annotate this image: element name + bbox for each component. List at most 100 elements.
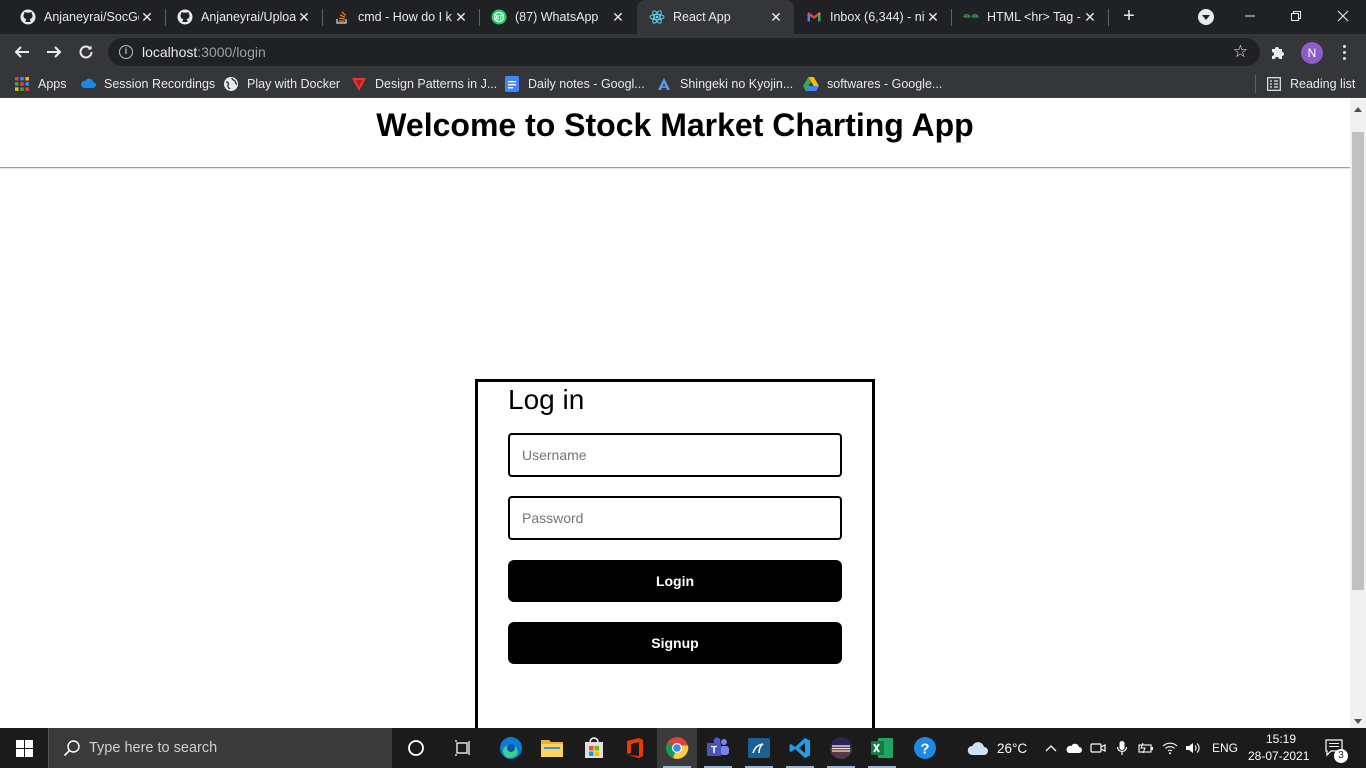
store-icon[interactable] (574, 728, 614, 768)
windows-logo-icon (15, 739, 33, 757)
bookmark-session-recordings[interactable]: Session Recordings (80, 75, 215, 93)
mysql-workbench-icon[interactable] (739, 728, 779, 768)
bookmark-daily-notes[interactable]: Daily notes - Googl... (504, 75, 645, 93)
close-icon[interactable]: ✕ (925, 9, 941, 25)
weather-temperature[interactable]: 26°C (997, 741, 1027, 756)
tab-stackoverflow[interactable]: cmd - How do I k ✕ (314, 0, 479, 34)
extensions-icon[interactable] (1270, 44, 1286, 60)
tab-github-socgen[interactable]: Anjaneyrai/SocGe ✕ (0, 0, 165, 34)
tab-search-icon[interactable] (1198, 9, 1214, 25)
tab-title: Anjaneyrai/Uploa (201, 10, 296, 24)
reload-icon (79, 45, 93, 59)
site-info-icon[interactable]: i (119, 45, 133, 59)
bookmarks-bar: Apps Session Recordings Play with Docker… (0, 70, 1366, 98)
close-icon[interactable]: ✕ (296, 9, 312, 25)
tab-strip: Anjaneyrai/SocGe ✕ Anjaneyrai/Uploa ✕ cm… (0, 0, 1366, 34)
start-button[interactable] (0, 728, 48, 768)
search-icon (63, 740, 80, 757)
battery-icon[interactable] (1138, 740, 1154, 756)
vscode-icon[interactable] (780, 728, 820, 768)
back-button[interactable] (10, 40, 34, 64)
bookmark-play-with-docker[interactable]: Play with Docker (223, 75, 340, 93)
address-bar[interactable]: i localhost:3000/login ☆ (108, 38, 1260, 66)
password-input[interactable] (508, 496, 842, 540)
taskbar-search-box[interactable]: Type here to search (48, 728, 392, 768)
apps-grid-icon (14, 76, 30, 92)
microphone-icon[interactable] (1114, 740, 1130, 756)
restore-button[interactable] (1273, 0, 1319, 32)
signup-button[interactable]: Signup (508, 622, 842, 664)
new-tab-button[interactable]: + (1118, 5, 1140, 27)
bookmark-star-icon[interactable]: ☆ (1233, 42, 1248, 62)
close-icon[interactable]: ✕ (610, 9, 626, 25)
close-icon[interactable]: ✕ (139, 9, 155, 25)
bookmark-label: softwares - Google... (827, 77, 943, 91)
eclipse-icon[interactable] (821, 728, 861, 768)
window-close-button[interactable] (1320, 0, 1366, 32)
help-icon[interactable]: ? (905, 728, 945, 768)
username-input[interactable] (508, 433, 842, 477)
minimize-button[interactable] (1227, 0, 1273, 32)
tab-react-app[interactable]: React App ✕ (637, 0, 794, 34)
bookmark-apps[interactable]: Apps (14, 75, 67, 93)
reload-button[interactable] (74, 40, 98, 64)
gfg-icon (963, 9, 979, 25)
page-scrollbar[interactable] (1350, 99, 1366, 728)
svg-text:?: ? (920, 741, 929, 758)
vivaldi-icon (351, 76, 367, 92)
tab-gmail[interactable]: Inbox (6,344) - nit ✕ (786, 0, 951, 34)
teams-icon[interactable]: T (698, 728, 738, 768)
bookmark-label: Daily notes - Googl... (528, 77, 645, 91)
scroll-thumb[interactable] (1352, 132, 1364, 590)
tab-title: React App (673, 10, 731, 24)
bookmark-design-patterns[interactable]: Design Patterns in J... (351, 75, 497, 93)
google-docs-icon (504, 76, 520, 92)
file-explorer-icon[interactable] (532, 728, 572, 768)
bookmark-softwares[interactable]: softwares - Google... (803, 75, 942, 93)
close-icon[interactable]: ✕ (768, 9, 784, 25)
arrow-right-icon (47, 46, 62, 58)
bookmark-label: Shingeki no Kyojin... (680, 77, 794, 91)
close-icon[interactable]: ✕ (453, 9, 469, 25)
profile-avatar[interactable]: N (1301, 42, 1323, 64)
bookmark-label: Play with Docker (247, 77, 341, 91)
onedrive-icon[interactable] (1066, 740, 1082, 756)
tab-gfg-hr[interactable]: HTML <hr> Tag - ✕ (943, 0, 1108, 34)
reading-list-button[interactable]: Reading list (1266, 75, 1355, 93)
clock-time[interactable]: 15:19 (1266, 732, 1296, 746)
bookmark-label: Session Recordings (104, 77, 216, 91)
login-button[interactable]: Login (508, 560, 842, 602)
close-icon[interactable]: ✕ (1082, 9, 1098, 25)
globe-icon (223, 76, 239, 92)
windows-taskbar: Type here to search T ? 26°C ENG 15:19 2… (0, 728, 1366, 768)
page-viewport: Welcome to Stock Market Charting App Log… (0, 99, 1350, 728)
excel-icon[interactable] (862, 728, 902, 768)
bookmark-shingeki[interactable]: Shingeki no Kyojin... (656, 75, 793, 93)
forward-button[interactable] (42, 40, 66, 64)
cortana-icon[interactable] (396, 728, 436, 768)
tab-title: cmd - How do I k (358, 10, 452, 24)
scroll-up-arrow-icon[interactable] (1354, 107, 1362, 112)
reading-list-label: Reading list (1290, 77, 1356, 91)
gmail-icon (806, 9, 822, 25)
chevron-up-icon[interactable] (1043, 740, 1059, 756)
office-icon[interactable] (615, 728, 655, 768)
edge-icon[interactable] (491, 728, 531, 768)
github-icon (177, 9, 193, 25)
meet-now-icon[interactable] (1090, 740, 1106, 756)
chrome-icon[interactable] (657, 728, 697, 768)
whatsapp-icon: 87 (491, 9, 507, 25)
task-view-icon[interactable] (443, 728, 483, 768)
volume-icon[interactable] (1185, 740, 1201, 756)
weather-cloud-icon[interactable] (966, 740, 990, 756)
clock-date[interactable]: 28-07-2021 (1248, 749, 1309, 763)
tab-github-upload[interactable]: Anjaneyrai/Uploa ✕ (157, 0, 322, 34)
tab-whatsapp[interactable]: 87 (87) WhatsApp ✕ (471, 0, 636, 34)
wifi-icon[interactable] (1162, 740, 1178, 756)
language-indicator[interactable]: ENG (1212, 741, 1238, 755)
notification-count-badge: 3 (1334, 749, 1348, 763)
arrow-left-icon (14, 46, 29, 58)
chrome-menu-icon[interactable] (1336, 43, 1352, 61)
tab-title: Anjaneyrai/SocGe (44, 10, 139, 24)
scroll-down-arrow-icon[interactable] (1354, 719, 1362, 724)
